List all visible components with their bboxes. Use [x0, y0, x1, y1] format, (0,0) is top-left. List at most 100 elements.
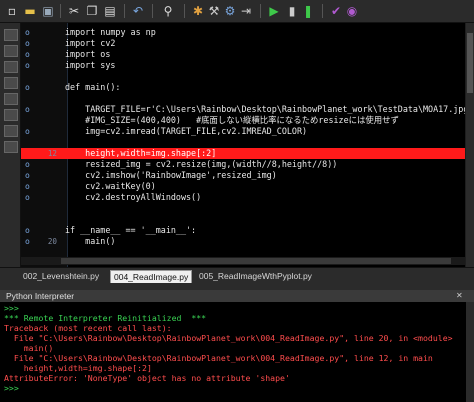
code-line[interactable]: o import cv2: [21, 38, 465, 49]
bookmark-icon[interactable]: [4, 109, 18, 121]
breakpoint-marker[interactable]: o: [25, 60, 30, 71]
code-text: main(): [65, 236, 116, 246]
browser-icon[interactable]: [4, 93, 18, 105]
console-line: main(): [4, 343, 54, 353]
code-text: #IMG_SIZE=(400,400) #底面しない縦横比率になるためresiz…: [65, 115, 399, 125]
cut-icon[interactable]: ✂: [66, 3, 82, 19]
console-line: AttributeError: 'NoneType' object has no…: [4, 373, 290, 383]
code-line[interactable]: o import sys: [21, 60, 465, 71]
scroll-thumb[interactable]: [467, 33, 473, 93]
interpreter-panel-header: Python Interpreter ✕: [0, 290, 474, 302]
line-number: 12: [47, 149, 57, 158]
paste-icon[interactable]: ▤: [102, 3, 118, 19]
debug-run-icon[interactable]: ❚: [300, 3, 316, 19]
code-line[interactable]: [21, 71, 465, 82]
toolbar-separator: [184, 4, 185, 18]
code-line[interactable]: o TARGET_FILE=r'C:\Users\Rainbow\Desktop…: [21, 104, 465, 115]
panel-splitter[interactable]: [0, 283, 474, 290]
toolbar-separator: [60, 4, 61, 18]
indent-icon[interactable]: [4, 125, 18, 137]
undo-icon[interactable]: ↶: [130, 3, 146, 19]
target-icon[interactable]: ◉: [344, 3, 360, 19]
copy-icon[interactable]: ❐: [84, 3, 100, 19]
code-text: import numpy as np: [65, 27, 156, 37]
toolbar: ▫ ▬ ▣ ✂ ❐ ▤ ↶ ⚲ ✱ ⚒ ⚙ ⇥ ▶ ▮ ❚ ✔ ◉: [0, 0, 474, 23]
console-line: File "C:\Users\Rainbow\Desktop\RainbowPl…: [4, 353, 433, 363]
save-icon[interactable]: ▣: [40, 3, 56, 19]
check-icon[interactable]: ✔: [328, 3, 344, 19]
breakpoint-marker[interactable]: o: [25, 38, 30, 49]
code-line[interactable]: o if __name__ == '__main__':: [21, 225, 465, 236]
code-line[interactable]: o resized_img = cv2.resize(img,(width//8…: [21, 159, 465, 170]
breakpoint-marker[interactable]: o: [25, 192, 30, 203]
tab-005-readimagewthpyplot[interactable]: 005_ReadImageWthPyplot.py: [196, 270, 315, 283]
code-line[interactable]: o img=cv2.imread(TARGET_FILE,cv2.IMREAD_…: [21, 126, 465, 137]
code-line[interactable]: o import os: [21, 49, 465, 60]
snippet-icon[interactable]: [4, 61, 18, 73]
toolbar-separator: [322, 4, 323, 18]
toolbar-separator: [124, 4, 125, 18]
console-line: >>>: [4, 383, 19, 393]
code-line[interactable]: o cv2.waitKey(0): [21, 181, 465, 192]
outline-icon[interactable]: [4, 141, 18, 153]
code-text: import cv2: [65, 38, 116, 48]
code-line[interactable]: o cv2.imshow('RainbowImage',resized_img): [21, 170, 465, 181]
code-text: def main():: [65, 82, 121, 92]
breakpoint-marker[interactable]: o: [25, 159, 30, 170]
breakpoint-marker[interactable]: o: [25, 27, 30, 38]
line-number: 20: [47, 237, 57, 246]
console-line: *** Remote Interpreter Reinitialized ***: [4, 313, 207, 323]
breakpoint-marker[interactable]: o: [25, 126, 30, 137]
breakpoint-marker[interactable]: o: [25, 104, 30, 115]
error-highlighted-line[interactable]: 12 height,width=img.shape[:2]: [21, 148, 465, 159]
code-line[interactable]: o import numpy as np: [21, 27, 465, 38]
code-line[interactable]: [21, 137, 465, 148]
run-icon[interactable]: ▶: [266, 3, 282, 19]
code-text: import os: [65, 49, 111, 59]
breakpoint-marker[interactable]: o: [25, 82, 30, 93]
code-text: cv2.imshow('RainbowImage',resized_img): [65, 170, 277, 180]
search-icon[interactable]: ⚲: [160, 3, 176, 19]
code-text: if __name__ == '__main__':: [65, 225, 197, 235]
breakpoint-marker[interactable]: o: [25, 181, 30, 192]
console-line: >>>: [4, 303, 19, 313]
console-scrollbar[interactable]: [466, 302, 474, 402]
toolbar-separator: [152, 4, 153, 18]
panel-title: Python Interpreter: [6, 291, 75, 301]
console-line: File "C:\Users\Rainbow\Desktop\RainbowPl…: [4, 333, 453, 343]
stop-icon[interactable]: ▮: [284, 3, 300, 19]
breakpoint-marker[interactable]: o: [25, 225, 30, 236]
code-line[interactable]: o def main():: [21, 82, 465, 93]
editor-horizontal-scrollbar[interactable]: [21, 257, 465, 265]
code-line[interactable]: o cv2.destroyAllWindows(): [21, 192, 465, 203]
interpreter-console[interactable]: >>> *** Remote Interpreter Reinitialized …: [0, 302, 466, 402]
bug-icon[interactable]: ✱: [190, 3, 206, 19]
tab-004-readimage[interactable]: 004_ReadImage.py: [110, 270, 193, 284]
breakpoint-marker[interactable]: o: [25, 170, 30, 181]
code-line[interactable]: [21, 214, 465, 225]
code-line[interactable]: [21, 93, 465, 104]
code-line[interactable]: #IMG_SIZE=(400,400) #底面しない縦横比率になるためresiz…: [21, 115, 465, 126]
close-icon[interactable]: ✕: [456, 290, 463, 302]
scroll-thumb[interactable]: [61, 258, 451, 264]
code-line[interactable]: [21, 203, 465, 214]
new-file-icon[interactable]: ▫: [4, 3, 20, 19]
file-tabs: 002_Levenshtein.py 004_ReadImage.py 005_…: [0, 267, 474, 284]
editor-vertical-scrollbar[interactable]: [466, 23, 474, 267]
code-text: height,width=img.shape[:2]: [65, 148, 217, 158]
open-folder-icon[interactable]: ▬: [22, 3, 38, 19]
code-text: TARGET_FILE=r'C:\Users\Rainbow\Desktop\R…: [65, 104, 465, 114]
left-tool-strip: [0, 23, 21, 267]
breakpoint-marker[interactable]: o: [25, 49, 30, 60]
code-text: resized_img = cv2.resize(img,(width//8,h…: [65, 159, 338, 169]
source-icon[interactable]: [4, 77, 18, 89]
debug-icon[interactable]: ⚙: [222, 3, 238, 19]
folder-icon[interactable]: [4, 29, 18, 41]
step-icon[interactable]: ⇥: [238, 3, 254, 19]
code-editor[interactable]: o import numpy as np o import cv2 o import os…: [21, 23, 465, 267]
code-line[interactable]: o 20 main(): [21, 236, 465, 247]
tools-icon[interactable]: ⚒: [206, 3, 222, 19]
module-icon[interactable]: [4, 45, 18, 57]
tab-002-levenshtein[interactable]: 002_Levenshtein.py: [20, 270, 102, 283]
code-text: img=cv2.imread(TARGET_FILE,cv2.IMREAD_CO…: [65, 126, 308, 136]
